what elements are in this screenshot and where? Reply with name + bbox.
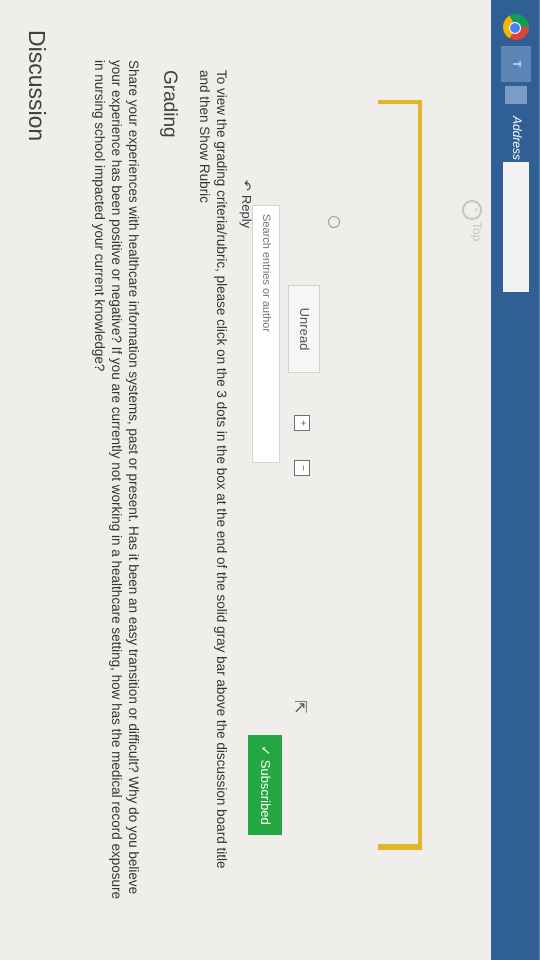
highlight-frame (328, 100, 422, 850)
top-link[interactable]: Top (470, 222, 484, 241)
taskbar-button[interactable] (505, 86, 527, 104)
chrome-icon[interactable] (503, 14, 529, 40)
address-label: Address (510, 116, 524, 161)
subscribed-button[interactable]: ✓ Subscribed (248, 735, 282, 835)
reply-label: Reply (239, 194, 254, 229)
taskbar: T Address (491, 0, 540, 960)
expand-icon[interactable]: + (294, 415, 310, 431)
up-arrow-icon[interactable]: ⌃ (462, 200, 482, 220)
grading-heading: Grading (159, 70, 180, 138)
page-title: Discussion (24, 30, 50, 142)
discussion-toolbar: Unread + − ⇱ ✓ Subscribed ↶ Reply (238, 0, 380, 960)
page-left-column: ⌃ Top (328, 0, 492, 960)
taskbar-tab[interactable]: T (501, 46, 531, 82)
unread-button[interactable]: Unread (288, 285, 320, 373)
mouse-cursor-icon: ⇱ (291, 700, 308, 714)
discussion-content: Discussion Share your experiences with h… (0, 0, 380, 960)
address-field[interactable] (503, 162, 529, 292)
search-input[interactable] (252, 205, 280, 463)
collapse-icon[interactable]: − (294, 460, 310, 476)
discussion-prompt: Share your experiences with healthcare i… (92, 60, 141, 899)
reply-link[interactable]: ↶ Reply (238, 180, 254, 228)
grading-instructions: To view the grading criteria/rubric, ple… (197, 70, 229, 869)
monitor-screen: T Address ⌃ Top Discussion Share your ex… (0, 0, 540, 960)
reply-arrow-icon: ↶ (239, 180, 254, 191)
